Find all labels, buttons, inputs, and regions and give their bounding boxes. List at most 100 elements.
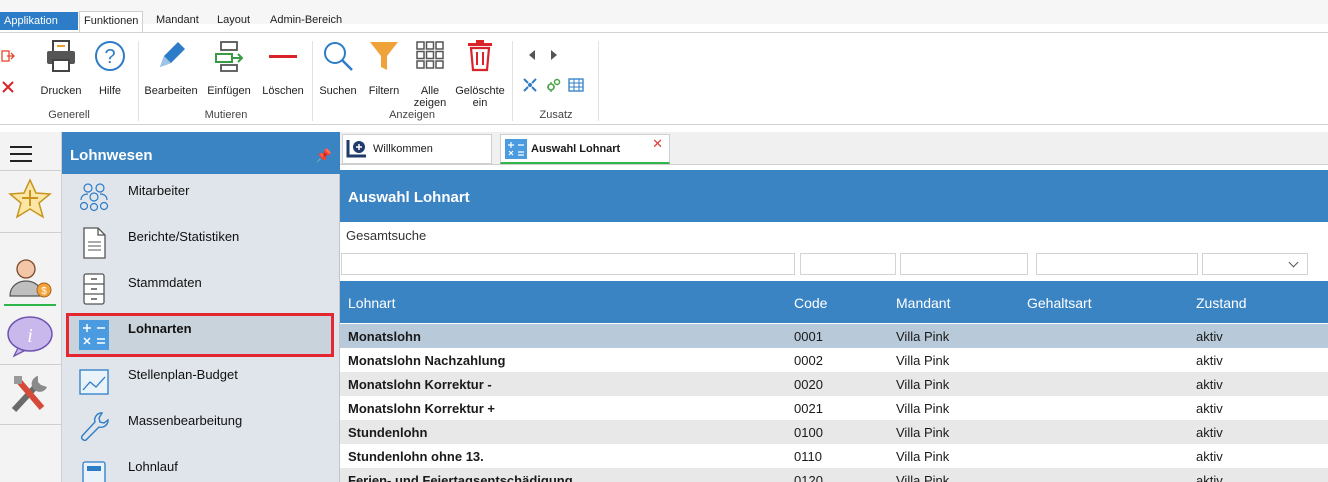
expand-button[interactable] (520, 75, 540, 95)
cell-code: 0002 (794, 353, 823, 368)
bearbeiten-label: Bearbeiten (144, 85, 198, 97)
module-panel: Lohnwesen 📌 Mitarbeiter Berichte/Statist… (62, 132, 340, 482)
zeigen-label: zeigen (413, 97, 447, 109)
module-item-mitarbeiter[interactable]: Mitarbeiter (62, 174, 340, 220)
column-header-lohnart[interactable]: Lohnart (348, 295, 395, 311)
einfuegen-button[interactable]: Einfügen (202, 39, 256, 99)
tools-button[interactable] (4, 372, 56, 416)
tab-admin-bereich[interactable]: Admin-Bereich (266, 12, 346, 32)
table-row[interactable]: Monatslohn Korrektur - 0020 Villa Pink akti… (340, 372, 1328, 396)
cell-name: Monatslohn Korrektur - (348, 377, 492, 392)
close-tab-icon[interactable]: ✕ (652, 136, 663, 152)
group-divider (512, 41, 513, 121)
drucken-button[interactable]: Drucken (36, 39, 86, 99)
cell-mandant: Villa Pink (896, 473, 950, 482)
favorites-button[interactable] (4, 176, 56, 220)
filter-lohnart-input[interactable] (341, 253, 795, 275)
previous-button[interactable] (524, 47, 540, 63)
filtern-button[interactable]: Filtern (362, 39, 406, 99)
svg-text:$: $ (41, 286, 47, 297)
module-item-berichte[interactable]: Berichte/Statistiken (62, 220, 340, 266)
wrench-icon (81, 412, 109, 441)
content-title: Auswahl Lohnart (348, 189, 470, 206)
global-search-label: Gesamtsuche (346, 228, 427, 243)
table-row[interactable]: Monatslohn Nachzahlung 0002 Villa Pink akti… (340, 348, 1328, 372)
filter-zustand-select[interactable] (1202, 253, 1308, 275)
cabinet-icon (83, 273, 105, 305)
content-header: Auswahl Lohnart (340, 170, 1328, 222)
filter-gehaltsart-input[interactable] (1036, 253, 1198, 275)
group-generell: Generell (48, 109, 90, 121)
filter-mandant-input[interactable] (900, 253, 1028, 275)
settings-button[interactable] (544, 75, 564, 95)
chevron-right-icon (551, 50, 557, 60)
suchen-button[interactable]: Suchen (316, 39, 360, 99)
table-row[interactable]: Monatslohn Korrektur + 0021 Villa Pink akti… (340, 396, 1328, 420)
group-divider (138, 41, 139, 121)
hamburger-menu-icon[interactable] (10, 146, 32, 167)
bearbeiten-button[interactable]: Bearbeiten (142, 39, 200, 99)
module-item-massenbearbeitung[interactable]: Massenbearbeitung (62, 404, 340, 450)
hilfe-button[interactable]: ? Hilfe (90, 39, 130, 99)
close-button[interactable] (0, 75, 22, 95)
tools-icon (11, 376, 47, 413)
minus-icon (269, 55, 297, 58)
filter-code-input[interactable] (800, 253, 896, 275)
cell-zustand: aktiv (1196, 329, 1223, 344)
module-item-label: Mitarbeiter (128, 183, 190, 198)
tab-funktionen[interactable]: Funktionen (79, 11, 144, 32)
logout-button[interactable] (0, 47, 22, 67)
table-row[interactable]: Monatslohn 0001 Villa Pink aktiv (340, 324, 1328, 348)
expand-arrows-icon (523, 78, 537, 92)
loeschen-button[interactable]: Löschen (258, 39, 308, 99)
chevron-left-icon (529, 50, 535, 60)
module-item-lohnlauf[interactable]: Lohnlauf (62, 450, 340, 482)
tab-label: Willkommen (373, 143, 433, 155)
tab-layout[interactable]: Layout (213, 12, 254, 32)
grid-header: Lohnart Code Mandant Gehaltsart Zustand (340, 281, 1328, 323)
cell-zustand: aktiv (1196, 473, 1223, 482)
people-group-icon (79, 183, 109, 212)
table-button[interactable] (566, 75, 586, 95)
tab-mandant[interactable]: Mandant (152, 12, 203, 32)
cell-zustand: aktiv (1196, 401, 1223, 416)
global-search: Gesamtsuche (340, 222, 1328, 248)
table-row[interactable]: Ferien- und Feiertagsentschädigung 0120 Vi… (340, 468, 1328, 482)
table-row[interactable]: Stundenlohn ohne 13. 0110 Villa Pink aktiv (340, 444, 1328, 468)
column-header-mandant[interactable]: Mandant (896, 295, 950, 311)
alle-zeigen-button[interactable]: Alle zeigen (408, 39, 452, 109)
module-item-label: Lohnlauf (128, 459, 178, 474)
column-header-gehaltsart[interactable]: Gehaltsart (1027, 295, 1092, 311)
tab-label: Auswahl Lohnart (531, 143, 621, 155)
help-icon: ? (95, 41, 125, 71)
tab-auswahl-lohnart[interactable]: Auswahl Lohnart ✕ (500, 134, 670, 164)
cell-mandant: Villa Pink (896, 377, 950, 392)
module-item-stammdaten[interactable]: Stammdaten (62, 266, 340, 312)
next-button[interactable] (546, 47, 562, 63)
divider (0, 364, 62, 365)
cell-name: Stundenlohn (348, 425, 428, 440)
gears-icon (547, 78, 561, 92)
column-header-zustand[interactable]: Zustand (1196, 295, 1247, 311)
geloeschte-label: Gelöschte (455, 85, 505, 97)
cell-code: 0021 (794, 401, 823, 416)
tab-applikation[interactable]: Applikation (0, 12, 78, 30)
group-mutieren: Mutieren (204, 109, 248, 121)
geloeschte-ein-button[interactable]: Gelöschte ein (452, 39, 508, 109)
tab-willkommen[interactable]: Willkommen (342, 134, 492, 164)
pin-icon[interactable]: 📌 (316, 148, 332, 164)
info-button[interactable]: i (4, 314, 56, 358)
table-row[interactable]: Stundenlohn 0100 Villa Pink aktiv (340, 420, 1328, 444)
ribbon-tab-bar: Applikation Funktionen Mandant Layout Ad… (0, 0, 1328, 32)
module-item-lohnarten[interactable]: Lohnarten (62, 312, 340, 358)
active-indicator (4, 304, 56, 306)
insert-row-icon (215, 41, 244, 72)
column-header-code[interactable]: Code (794, 295, 827, 311)
module-item-stellenplan[interactable]: Stellenplan-Budget (62, 358, 340, 404)
ein-label: ein (472, 97, 488, 109)
lohnwesen-button[interactable]: $ (4, 256, 56, 300)
loeschen-label: Löschen (262, 85, 304, 97)
app-sidebar: $ i (0, 132, 62, 482)
app-logo-icon (346, 140, 366, 158)
logout-icon (1, 50, 15, 62)
